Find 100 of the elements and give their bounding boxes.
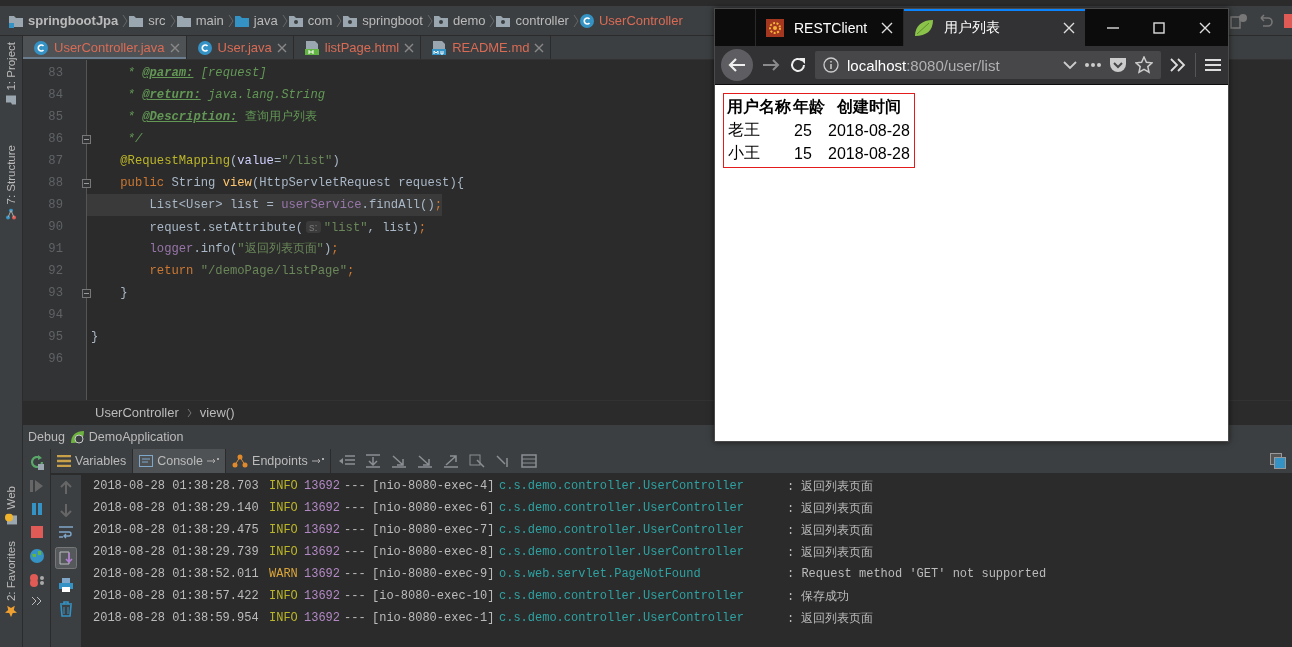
log-message: : 返回列表页面 bbox=[787, 544, 874, 561]
scroll-to-end-icon[interactable] bbox=[55, 547, 77, 569]
fold-marker-icon[interactable] bbox=[82, 288, 91, 298]
log-level: INFO bbox=[269, 479, 298, 493]
chevron-down-icon[interactable] bbox=[1063, 60, 1077, 70]
indent-icon[interactable] bbox=[338, 454, 355, 468]
chevron-icon bbox=[281, 12, 288, 29]
tool-window-button[interactable]: 1: Project bbox=[5, 42, 17, 91]
more-chevrons-icon[interactable] bbox=[30, 596, 43, 606]
breakpoints-icon[interactable] bbox=[28, 573, 45, 587]
chevron-icon bbox=[122, 12, 129, 29]
process-id: 13692 bbox=[304, 479, 340, 493]
logger-name: c.s.demo.controller.UserController bbox=[499, 501, 744, 515]
star-icon[interactable] bbox=[1135, 56, 1153, 74]
process-id: 13692 bbox=[304, 545, 340, 559]
menu-icon[interactable] bbox=[1204, 58, 1222, 72]
soft-wrap-icon[interactable] bbox=[58, 525, 74, 539]
thread-name: [nio-8080-exec-7] bbox=[372, 523, 495, 537]
breadcrumb-item[interactable]: springbootJpa bbox=[28, 13, 119, 28]
run-configuration-name[interactable]: DemoApplication bbox=[88, 430, 184, 444]
code-line: * @return: java.lang.String bbox=[126, 87, 326, 104]
table-cell-text: 15 bbox=[793, 143, 813, 164]
pin-icon[interactable] bbox=[207, 457, 220, 465]
logger-name: o.s.web.servlet.PageNotFound bbox=[499, 567, 701, 581]
back-icon[interactable] bbox=[721, 49, 753, 81]
log-message: : 返回列表页面 bbox=[787, 522, 874, 539]
breadcrumb-item[interactable]: src bbox=[148, 13, 166, 28]
code-line: return "/demoPage/listPage"; bbox=[148, 263, 355, 280]
debug-tab[interactable]: Endpoints bbox=[226, 449, 331, 473]
file-tab[interactable]: listPage.html bbox=[293, 36, 422, 59]
trash-icon[interactable] bbox=[58, 601, 74, 617]
folder-icon bbox=[5, 94, 17, 107]
table-icon[interactable] bbox=[520, 454, 537, 468]
thread-name: [nio-8080-exec-9] bbox=[372, 567, 495, 581]
file-tab[interactable]: User.java bbox=[186, 36, 294, 59]
log-separator: --- bbox=[344, 545, 366, 559]
thread-name: [io-8080-exec-10] bbox=[372, 589, 495, 603]
more-dots-icon[interactable] bbox=[1085, 62, 1101, 68]
breadcrumb-item[interactable]: controller bbox=[515, 13, 569, 28]
log-level: INFO bbox=[269, 523, 298, 537]
breadcrumb-item[interactable]: main bbox=[195, 13, 224, 28]
log-message: : 保存成功 bbox=[787, 588, 850, 605]
chevron-icon bbox=[426, 12, 433, 29]
maximize-icon[interactable] bbox=[1153, 21, 1165, 34]
double-chevron-icon[interactable] bbox=[1169, 58, 1187, 72]
browser-tab[interactable]: 用户列表 bbox=[903, 9, 1085, 46]
breadcrumb-item[interactable]: demo bbox=[452, 13, 486, 28]
code-line: @RequestMapping(value="/list") bbox=[119, 153, 340, 170]
chevron-icon bbox=[336, 12, 343, 29]
forward-icon[interactable] bbox=[761, 57, 781, 73]
console-icon bbox=[139, 455, 154, 467]
chevron-icon bbox=[227, 12, 234, 29]
log-separator: --- bbox=[344, 479, 366, 493]
stop-icon[interactable] bbox=[29, 525, 44, 539]
fold-marker-icon[interactable] bbox=[82, 134, 91, 144]
pocket-icon[interactable] bbox=[1109, 57, 1127, 73]
printer-icon[interactable] bbox=[58, 577, 74, 593]
tool-window-button[interactable]: 7: Structure bbox=[5, 144, 17, 205]
fold-marker-icon[interactable] bbox=[82, 178, 91, 188]
reload-icon[interactable] bbox=[789, 56, 807, 74]
breadcrumb-item[interactable]: springboot bbox=[362, 13, 423, 28]
gear-square-icon bbox=[766, 18, 784, 37]
restore-layout-icon[interactable] bbox=[1270, 453, 1286, 469]
star-icon bbox=[5, 605, 17, 618]
device-icon[interactable] bbox=[1230, 12, 1248, 29]
breadcrumb-item[interactable]: UserController bbox=[598, 13, 683, 28]
log-separator: --- bbox=[344, 523, 366, 537]
log-level: INFO bbox=[269, 545, 298, 559]
table-cell-text: 老王 bbox=[727, 120, 761, 140]
tool-window-button[interactable]: 2: Favorites bbox=[5, 541, 17, 602]
pause-icon[interactable] bbox=[29, 502, 44, 516]
log-separator: --- bbox=[344, 589, 366, 603]
log-timestamp: 2018-08-28 01:38:28.703 bbox=[93, 479, 259, 493]
list-icon bbox=[57, 455, 71, 467]
breadcrumb-item[interactable]: view() bbox=[199, 405, 235, 420]
upward-arrow-icon[interactable] bbox=[442, 454, 459, 468]
diagonal-arrow-icon[interactable] bbox=[390, 454, 407, 468]
code-line: */ bbox=[126, 131, 143, 148]
debug-panel-title: Debug bbox=[28, 430, 65, 444]
breadcrumb-item[interactable]: com bbox=[307, 13, 333, 28]
rerun-icon[interactable] bbox=[28, 454, 45, 470]
process-id: 13692 bbox=[304, 567, 340, 581]
undo-icon[interactable] bbox=[1258, 12, 1274, 29]
info-icon[interactable] bbox=[823, 57, 839, 73]
tool-window-button[interactable]: Web bbox=[5, 486, 17, 510]
address-bar[interactable]: localhost:8080/user/list bbox=[815, 51, 1161, 79]
pin-icon[interactable] bbox=[311, 457, 324, 465]
diagonal-arrow-icon[interactable] bbox=[416, 454, 433, 468]
process-id: 13692 bbox=[304, 523, 340, 537]
table-cell-text: 25 bbox=[793, 120, 813, 141]
download-arrow-icon[interactable] bbox=[364, 454, 381, 468]
file-tab[interactable]: README.md bbox=[421, 36, 552, 59]
breadcrumb-item[interactable]: java bbox=[253, 13, 278, 28]
log-separator: --- bbox=[344, 611, 366, 625]
chevron-icon bbox=[489, 12, 496, 29]
code-line: * @param: [request] bbox=[126, 65, 267, 82]
code-line: public String view(HttpServletRequest request){ bbox=[119, 175, 465, 192]
debug-tab[interactable]: Console bbox=[133, 449, 227, 473]
breadcrumb-item[interactable]: UserController bbox=[95, 405, 179, 420]
code-line: } bbox=[119, 285, 128, 302]
